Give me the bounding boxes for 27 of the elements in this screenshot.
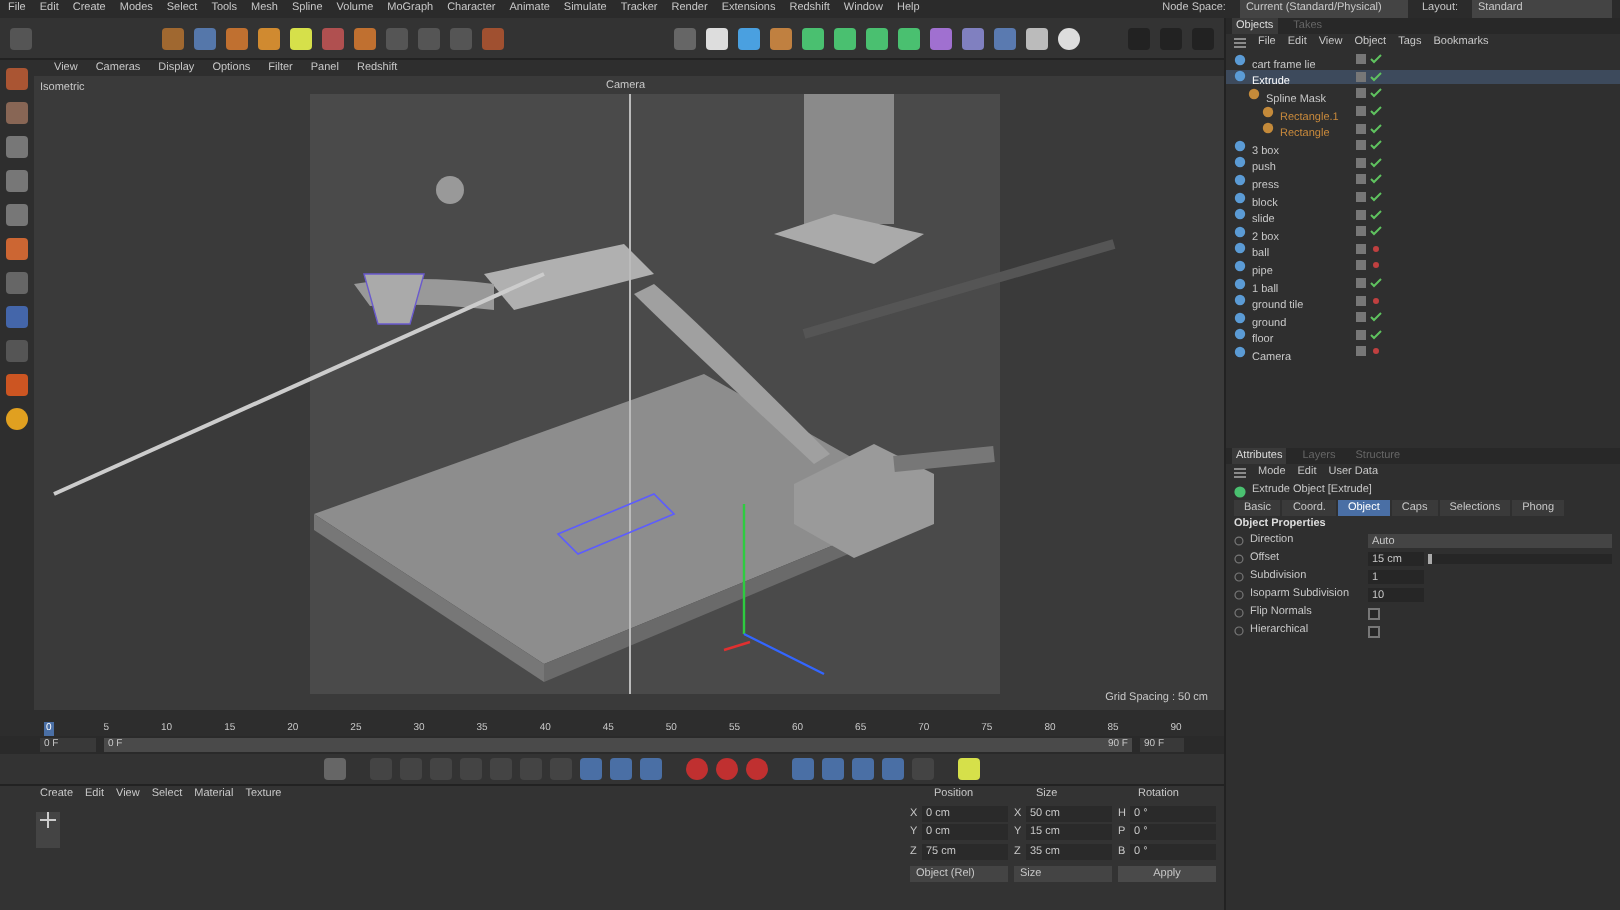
keyframe-dot-icon[interactable] — [1234, 590, 1244, 600]
menu-icon[interactable] — [1234, 468, 1246, 478]
check-icon[interactable] — [1370, 123, 1382, 134]
check-icon[interactable] — [1370, 312, 1382, 323]
checkbox[interactable] — [1368, 607, 1380, 619]
keyframe-dot-icon[interactable] — [1234, 572, 1244, 582]
check-icon[interactable] — [1370, 54, 1382, 65]
new-material-button[interactable] — [36, 812, 60, 848]
check-icon[interactable] — [1370, 71, 1382, 82]
check-icon[interactable] — [1370, 157, 1382, 168]
extrude-icon — [1234, 485, 1246, 497]
keyframe-dot-icon[interactable] — [1234, 608, 1244, 618]
checkbox[interactable] — [1368, 625, 1380, 637]
check-icon[interactable] — [1370, 88, 1382, 99]
check-icon[interactable] — [1370, 226, 1382, 237]
menu-icon[interactable] — [1234, 38, 1246, 48]
check-icon[interactable] — [1370, 209, 1382, 220]
check-icon[interactable] — [1370, 329, 1382, 340]
check-icon[interactable] — [1370, 140, 1382, 151]
check-icon[interactable] — [1370, 174, 1382, 185]
check-icon[interactable] — [1370, 278, 1382, 289]
keyframe-dot-icon[interactable] — [1234, 626, 1244, 636]
keyframe-dot-icon[interactable] — [1234, 536, 1244, 546]
check-icon[interactable] — [1370, 192, 1382, 203]
check-icon[interactable] — [1370, 106, 1382, 117]
keyframe-dot-icon[interactable] — [1234, 554, 1244, 564]
plus-icon — [40, 812, 56, 828]
